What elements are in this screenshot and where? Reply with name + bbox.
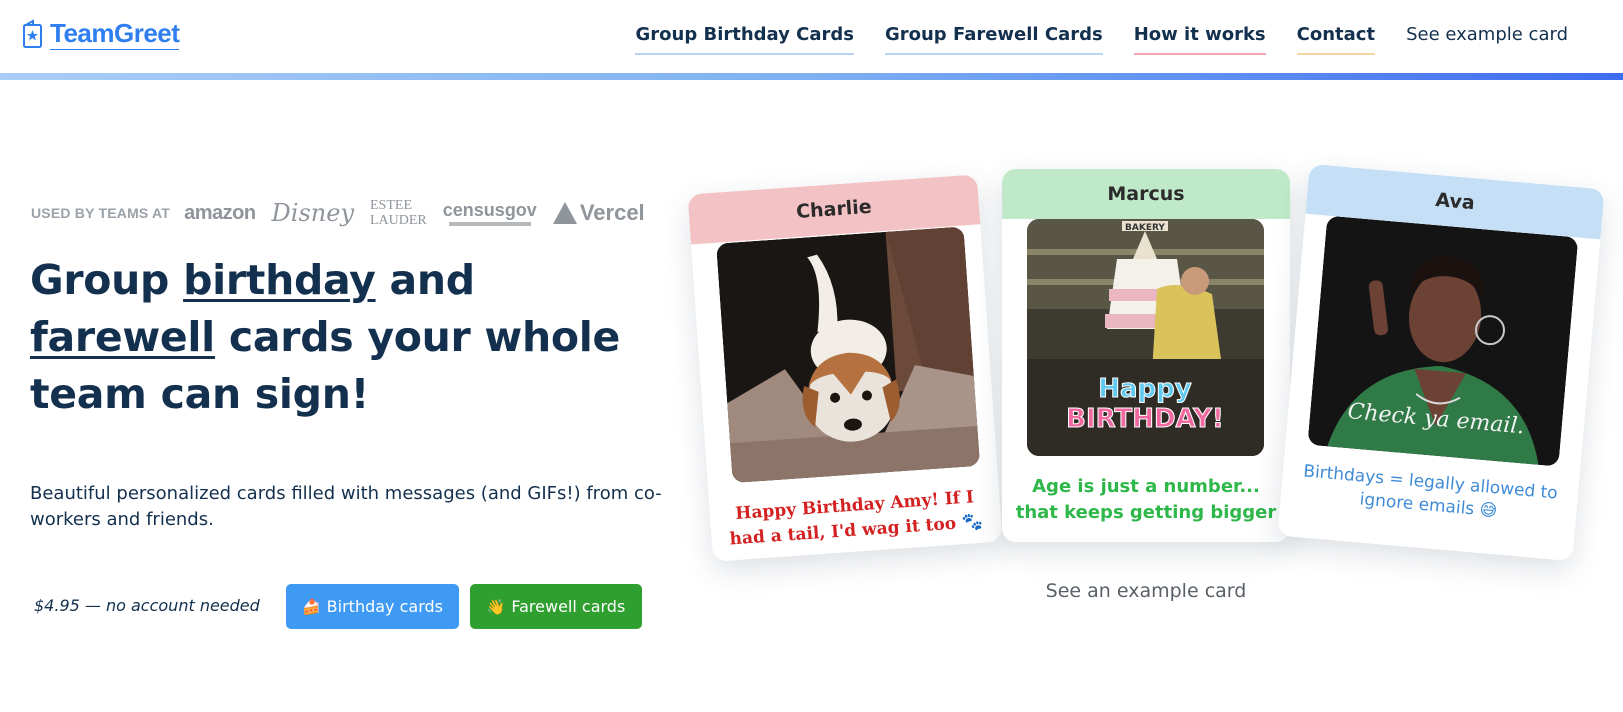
vercel-logo: Vercel <box>552 200 645 226</box>
card-message: Happy Birthday Amy! If I had a tail, I'd… <box>728 487 984 550</box>
hero-headline: Group birthday and farewell cards your w… <box>30 256 620 418</box>
dog-gif <box>716 226 981 484</box>
bakery-sign: BAKERY <box>1125 223 1165 233</box>
card-message: Age is just a number... that keeps getti… <box>1015 476 1277 523</box>
vercel-triangle-icon <box>552 202 577 224</box>
site-header: TeamGreet Group Birthday Cards Group Far… <box>0 0 1623 76</box>
nav-group-birthday-cards[interactable]: Group Birthday Cards <box>635 24 854 55</box>
cake-icon: 🍰 <box>301 597 321 616</box>
birthday-cards-button[interactable]: 🍰 Birthday cards <box>286 584 459 629</box>
see-example-card-link[interactable]: See an example card <box>1002 580 1290 602</box>
waving-hand-icon: 👋 <box>486 597 506 616</box>
example-card-marcus[interactable]: Marcus BAKERY Happy BIRTHDAY! Age is jus… <box>1002 169 1290 542</box>
nav-see-example-card[interactable]: See example card <box>1406 24 1568 55</box>
farewell-cards-button[interactable]: 👋 Farewell cards <box>470 584 642 629</box>
example-card-charlie[interactable]: Charlie Happy Birthday Amy! If I had a t… <box>687 174 1003 562</box>
nav-group-farewell-cards[interactable]: Group Farewell Cards <box>884 24 1103 55</box>
birthday-cake-gif: BAKERY Happy BIRTHDAY! <box>1027 219 1264 456</box>
card-message: Birthdays = legally allowed to ignore em… <box>1302 461 1559 522</box>
estee-lauder-logo: ESTEE LAUDER <box>370 198 427 228</box>
farewell-link[interactable]: farewell <box>30 313 215 361</box>
hero-subtext: Beautiful personalized cards filled with… <box>30 483 662 530</box>
birthday-link[interactable]: birthday <box>183 256 376 304</box>
gif-birthday-text: BIRTHDAY! <box>1066 404 1224 434</box>
logo[interactable]: TeamGreet <box>22 18 180 50</box>
amazon-logo: amazon <box>184 201 256 224</box>
nav-contact[interactable]: Contact <box>1296 24 1376 55</box>
card-sender-name: Marcus <box>1002 169 1290 219</box>
censusgov-logo: censusgov <box>443 200 537 226</box>
card-logo-icon <box>23 19 42 48</box>
logo-text: TeamGreet <box>50 18 180 50</box>
disney-logo: Disney <box>271 199 354 227</box>
used-by-label: USED BY TEAMS AT <box>31 205 171 221</box>
main-nav: Group Birthday Cards Group Farewell Card… <box>604 24 1568 55</box>
check-ya-email-gif: Check ya email. <box>1307 215 1579 467</box>
example-card-ava[interactable]: Ava Check ya email. Birthdays = legally … <box>1277 163 1605 562</box>
nav-how-it-works[interactable]: How it works <box>1133 24 1266 55</box>
header-gradient-bar <box>0 73 1623 80</box>
customer-logos: USED BY TEAMS AT amazon Disney ESTEE LAU… <box>31 193 661 233</box>
price-note: $4.95 — no account needed <box>34 596 260 615</box>
gif-happy-text: Happy <box>1098 374 1192 404</box>
